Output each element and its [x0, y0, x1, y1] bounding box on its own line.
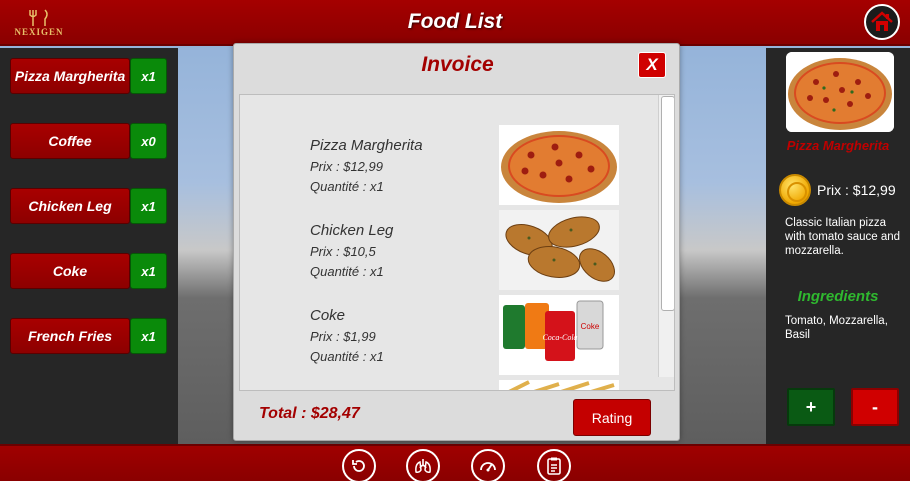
invoice-item-name: Coke [310, 307, 346, 324]
food-qty-badge: x1 [130, 253, 167, 289]
invoice-item: Pizza Margherita Prix : $12,99 Quantité … [310, 125, 630, 205]
lungs-icon [415, 459, 431, 473]
back-icon [352, 460, 365, 472]
page-title: Food List [407, 10, 503, 33]
food-item-coffee[interactable]: Coffee x0 [10, 123, 167, 159]
soda-cans-image: Coca-Cola Coke [499, 295, 619, 375]
svg-text:Coke: Coke [581, 322, 600, 331]
food-item-french-fries[interactable]: French Fries x1 [10, 318, 167, 354]
scrollbar-thumb[interactable] [661, 96, 674, 311]
invoice-title: Invoice [421, 53, 494, 76]
food-item-coke[interactable]: Coke x1 [10, 253, 167, 289]
food-name-button[interactable]: Pizza Margherita [10, 58, 130, 94]
invoice-item: Chicken Leg Prix : $10,5 Quantité : x1 [310, 210, 630, 290]
food-name-button[interactable]: French Fries [10, 318, 130, 354]
food-list-panel: Pizza Margherita x1 Coffee x0 Chicken Le… [0, 48, 178, 444]
increase-quantity-button[interactable]: + [787, 388, 835, 426]
coin-icon [779, 174, 811, 206]
invoice-scrollbar[interactable] [658, 95, 674, 377]
svg-text:Coca-Cola: Coca-Cola [542, 333, 577, 342]
food-name-button[interactable]: Coffee [10, 123, 130, 159]
invoice-item-price: Prix : $1,99 [310, 329, 376, 344]
orders-button[interactable] [537, 449, 571, 481]
invoice-item-name: Pizza Margherita [310, 137, 423, 154]
gauge-icon [480, 462, 496, 472]
food-detail-panel: Pizza Margherita Prix : $12,99 Classic I… [766, 48, 910, 444]
back-button[interactable] [342, 449, 376, 481]
close-button[interactable]: X [638, 52, 666, 78]
ingredients-title: Ingredients [797, 288, 879, 305]
home-button[interactable] [864, 4, 900, 40]
pizza-image [499, 125, 619, 205]
french-fries-image [499, 380, 619, 390]
top-bar: NEXIGEN Food List [0, 0, 910, 46]
food-qty-badge: x1 [130, 188, 167, 224]
invoice-item-quantity: Quantité : x1 [310, 179, 384, 194]
home-icon [871, 11, 893, 31]
invoice-item-partial [310, 380, 630, 390]
invoice-item-price: Prix : $12,99 [310, 159, 383, 174]
invoice-item: Coke Prix : $1,99 Quantité : x1 Coca-Col… [310, 295, 630, 375]
invoice-item-quantity: Quantité : x1 [310, 264, 384, 279]
rating-button[interactable]: Rating [573, 399, 651, 436]
clipboard-icon [547, 457, 561, 475]
invoice-list[interactable]: Pizza Margherita Prix : $12,99 Quantité … [239, 94, 675, 391]
food-name-button[interactable]: Coke [10, 253, 130, 289]
decrease-quantity-button[interactable]: - [851, 388, 899, 426]
food-name-button[interactable]: Chicken Leg [10, 188, 130, 224]
food-item-chicken-leg[interactable]: Chicken Leg x1 [10, 188, 167, 224]
pizza-image [786, 52, 894, 132]
invoice-dialog: Invoice X Pizza Margherita Prix : $12,99… [233, 43, 680, 441]
stats-button[interactable] [471, 449, 505, 481]
invoice-item-price: Prix : $10,5 [310, 244, 376, 259]
food-qty-badge: x1 [130, 58, 167, 94]
invoice-item-name: Chicken Leg [310, 222, 394, 239]
health-button[interactable] [406, 449, 440, 481]
detail-description: Classic Italian pizza with tomato sauce … [785, 217, 901, 257]
food-qty-badge: x1 [130, 318, 167, 354]
chicken-leg-image [499, 210, 619, 290]
food-item-pizza-margherita[interactable]: Pizza Margherita x1 [10, 58, 167, 94]
invoice-total: Total : $28,47 [259, 405, 360, 422]
invoice-item-quantity: Quantité : x1 [310, 349, 384, 364]
bottom-nav-bar [0, 444, 910, 481]
food-qty-badge: x0 [130, 123, 167, 159]
ingredients-list: Tomato, Mozzarella, Basil [785, 315, 888, 341]
detail-food-name: Pizza Margherita [786, 138, 890, 153]
detail-price: Prix : $12,99 [817, 182, 896, 198]
